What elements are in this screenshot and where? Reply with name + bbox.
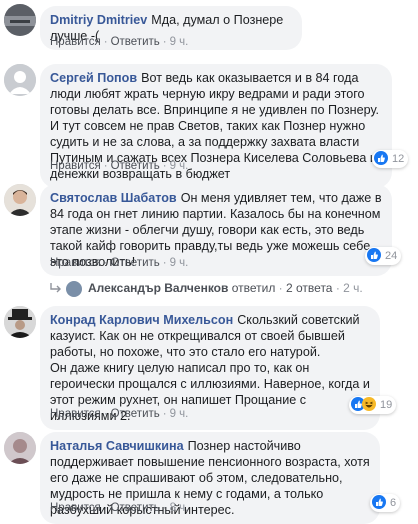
- like-link[interactable]: Нравится: [50, 502, 101, 514]
- like-icon: [374, 150, 388, 168]
- reply-link[interactable]: Ответить: [111, 408, 160, 420]
- comment-actions: Нравится · Ответить · 9 ч.: [50, 160, 189, 172]
- comment-actions: Нравится · Ответить · 9 ч.: [50, 408, 189, 420]
- like-link[interactable]: Нравится: [50, 160, 101, 172]
- comment-author[interactable]: Наталья Савчишкина: [50, 439, 184, 453]
- like-link[interactable]: Нравится: [50, 36, 101, 48]
- reaction-count[interactable]: 6: [370, 494, 401, 512]
- reply-link[interactable]: Ответить: [111, 257, 160, 269]
- avatar[interactable]: [4, 306, 36, 338]
- comment-actions: Нравится · Ответить · 8 ч.: [50, 502, 189, 514]
- avatar[interactable]: [4, 4, 36, 36]
- timestamp[interactable]: 9 ч.: [170, 36, 189, 48]
- timestamp[interactable]: 8 ч.: [170, 502, 189, 514]
- reply-link[interactable]: Ответить: [111, 160, 160, 172]
- like-icon: [372, 494, 386, 512]
- like-link[interactable]: Нравится: [50, 408, 101, 420]
- comment-author[interactable]: Dmitriy Dmitriev: [50, 13, 147, 27]
- comment-author[interactable]: Сергей Попов: [50, 71, 137, 85]
- haha-icon: [362, 396, 376, 414]
- avatar[interactable]: [4, 184, 36, 216]
- comment-author[interactable]: Святослав Шабатов: [50, 191, 177, 205]
- reaction-count[interactable]: 24: [365, 247, 402, 265]
- reaction-count[interactable]: 19: [349, 396, 397, 414]
- timestamp[interactable]: 9 ч.: [170, 160, 189, 172]
- reply-arrow-icon: [48, 282, 62, 297]
- view-replies-link[interactable]: Александър Валченков ответил · 2 ответа …: [48, 281, 363, 297]
- comment-author[interactable]: Конрад Карлович Михельсон: [50, 313, 233, 327]
- reaction-count[interactable]: 12: [372, 150, 409, 168]
- comment-text: Скользкий советский казуист. Как он не о…: [50, 313, 370, 423]
- avatar[interactable]: [4, 432, 36, 464]
- avatar: [66, 281, 82, 297]
- timestamp[interactable]: 9 ч.: [170, 257, 189, 269]
- comment-actions: Нравится · Ответить · 9 ч.: [50, 36, 189, 48]
- avatar[interactable]: [4, 64, 36, 96]
- like-icon: [367, 247, 381, 265]
- reply-link[interactable]: Ответить: [111, 502, 160, 514]
- timestamp[interactable]: 9 ч.: [170, 408, 189, 420]
- like-link[interactable]: Нравится: [50, 257, 101, 269]
- reply-link[interactable]: Ответить: [111, 36, 160, 48]
- comment-actions: Нравится · Ответить · 9 ч.: [50, 257, 189, 269]
